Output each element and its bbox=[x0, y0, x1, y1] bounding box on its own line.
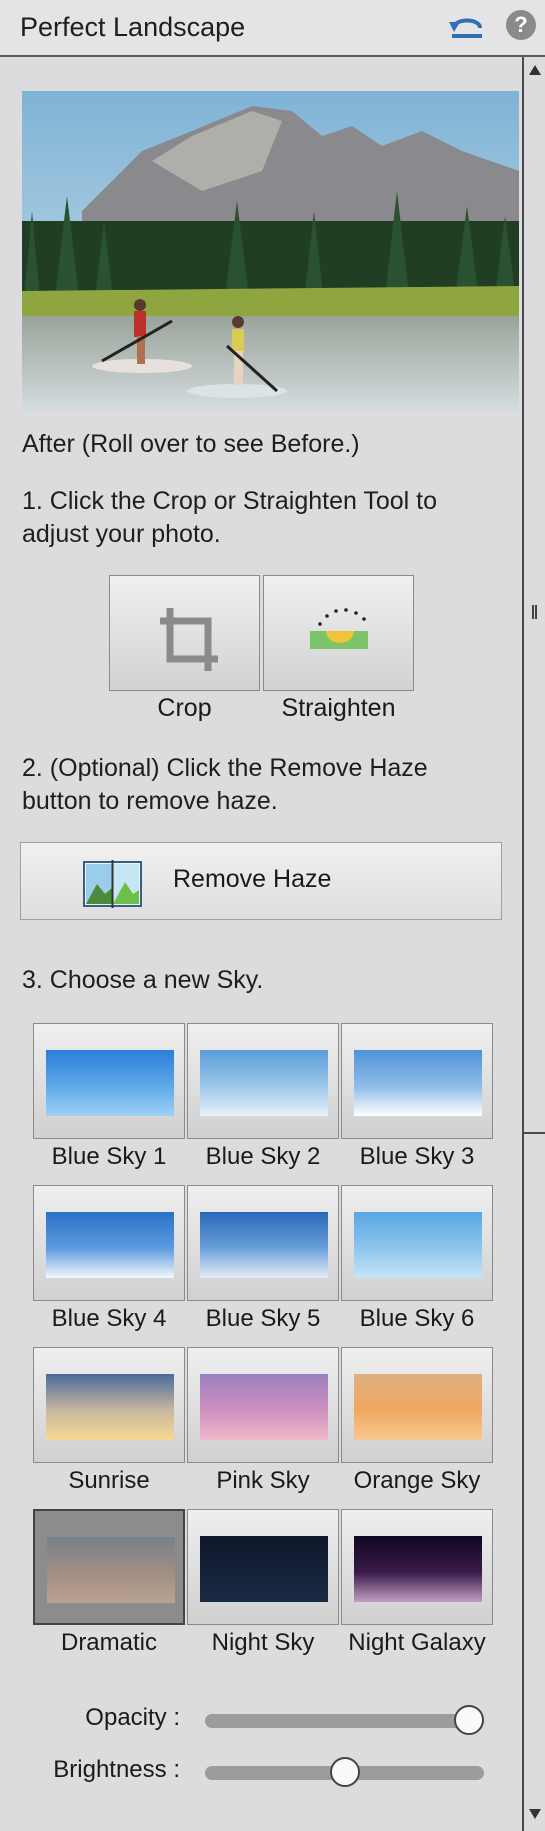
sky-option-label: Blue Sky 3 bbox=[359, 1143, 475, 1170]
reset-icon[interactable] bbox=[448, 10, 486, 44]
sky-thumbnail bbox=[354, 1374, 482, 1440]
brightness-slider[interactable] bbox=[205, 1757, 484, 1787]
remove-haze-label: Remove Haze bbox=[173, 865, 332, 893]
sky-option-sunrise[interactable] bbox=[33, 1347, 185, 1463]
preview-caption: After (Roll over to see Before.) bbox=[22, 430, 360, 458]
scroll-down-arrow-icon[interactable] bbox=[529, 1809, 541, 1819]
panel-header: Perfect Landscape ? bbox=[0, 0, 545, 57]
sky-option-label: Blue Sky 6 bbox=[359, 1305, 475, 1332]
sky-option-night-sky[interactable] bbox=[187, 1509, 339, 1625]
sky-thumbnail bbox=[46, 1374, 174, 1440]
landscape-photo bbox=[22, 91, 519, 412]
sky-option-night-galaxy[interactable] bbox=[341, 1509, 493, 1625]
scrollbar-grip-icon[interactable] bbox=[532, 605, 537, 619]
step3-instruction: 3. Choose a new Sky. bbox=[22, 966, 264, 994]
remove-haze-icon bbox=[83, 860, 142, 908]
sky-option-blue-sky-3[interactable] bbox=[341, 1023, 493, 1139]
crop-icon bbox=[160, 608, 218, 671]
brightness-slider-handle[interactable] bbox=[330, 1757, 360, 1787]
step2-instruction-line1: 2. (Optional) Click the Remove Haze bbox=[22, 754, 428, 782]
sky-option-blue-sky-1[interactable] bbox=[33, 1023, 185, 1139]
sky-thumbnail bbox=[200, 1536, 328, 1602]
panel-scrollbar[interactable] bbox=[522, 57, 545, 1831]
straighten-label: Straighten bbox=[281, 694, 396, 722]
panel-title: Perfect Landscape bbox=[20, 12, 246, 42]
sky-option-blue-sky-4[interactable] bbox=[33, 1185, 185, 1301]
help-icon[interactable]: ? bbox=[506, 10, 536, 40]
remove-haze-button[interactable]: Remove Haze bbox=[20, 842, 502, 920]
sky-option-blue-sky-5[interactable] bbox=[187, 1185, 339, 1301]
straighten-button[interactable] bbox=[263, 575, 414, 691]
sky-thumbnail bbox=[200, 1212, 328, 1278]
step1-instruction-line2: adjust your photo. bbox=[22, 520, 221, 548]
crop-button[interactable] bbox=[109, 575, 260, 691]
preview-image[interactable] bbox=[22, 91, 519, 412]
sky-option-label: Night Galaxy bbox=[348, 1629, 486, 1656]
sky-option-blue-sky-2[interactable] bbox=[187, 1023, 339, 1139]
sky-thumbnail bbox=[200, 1374, 328, 1440]
opacity-slider[interactable] bbox=[205, 1705, 484, 1735]
opacity-label: Opacity : bbox=[85, 1704, 180, 1731]
sky-option-label: Orange Sky bbox=[353, 1467, 481, 1494]
sky-option-label: Sunrise bbox=[68, 1467, 150, 1494]
opacity-slider-handle[interactable] bbox=[454, 1705, 484, 1735]
sky-option-blue-sky-6[interactable] bbox=[341, 1185, 493, 1301]
sky-option-pink-sky[interactable] bbox=[187, 1347, 339, 1463]
sky-option-dramatic[interactable] bbox=[33, 1509, 185, 1625]
scrollbar-divider bbox=[522, 1132, 545, 1134]
sky-thumbnail bbox=[354, 1050, 482, 1116]
perfect-landscape-panel: After (Roll over to see Before.) 1. Clic… bbox=[0, 0, 522, 1831]
crop-label: Crop bbox=[157, 694, 212, 722]
step1-instruction-line1: 1. Click the Crop or Straighten Tool to bbox=[22, 487, 438, 515]
sky-option-label: Pink Sky bbox=[216, 1467, 310, 1494]
sky-thumbnail bbox=[354, 1212, 482, 1278]
straighten-icon bbox=[310, 608, 368, 649]
sky-option-label: Blue Sky 4 bbox=[51, 1305, 167, 1332]
sky-option-label: Blue Sky 5 bbox=[205, 1305, 321, 1332]
sky-thumbnail bbox=[46, 1212, 174, 1278]
scroll-up-arrow-icon[interactable] bbox=[529, 65, 541, 75]
sky-option-orange-sky[interactable] bbox=[341, 1347, 493, 1463]
sky-thumbnail bbox=[46, 1050, 174, 1116]
sky-thumbnail bbox=[354, 1536, 482, 1602]
sky-thumbnail bbox=[47, 1537, 175, 1603]
sky-option-label: Blue Sky 1 bbox=[51, 1143, 167, 1170]
sky-option-label: Dramatic bbox=[60, 1629, 157, 1656]
brightness-label: Brightness : bbox=[53, 1756, 180, 1783]
sky-option-label: Blue Sky 2 bbox=[205, 1143, 321, 1170]
sky-thumbnail bbox=[200, 1050, 328, 1116]
step2-instruction-line2: button to remove haze. bbox=[22, 787, 278, 815]
sky-option-label: Night Sky bbox=[211, 1629, 315, 1656]
